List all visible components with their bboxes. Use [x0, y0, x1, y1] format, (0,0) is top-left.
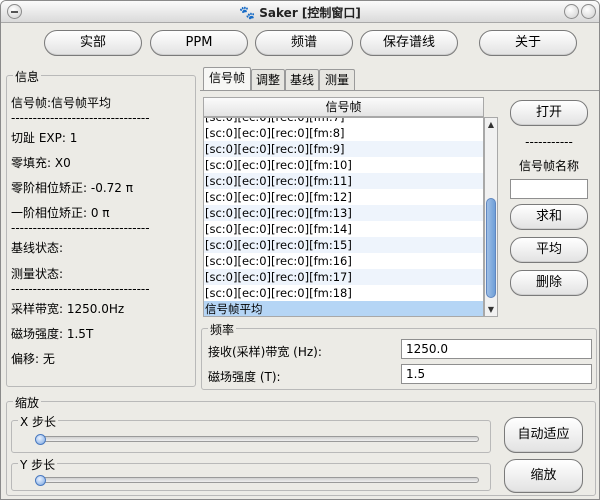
frequency-group-title: 频率 [208, 321, 237, 338]
delete-button[interactable]: 删除 [510, 270, 588, 296]
info-group-title: 信息 [13, 68, 42, 85]
window-title-text: Saker [控制窗口] [259, 6, 361, 20]
list-item[interactable]: [sc:0][ec:0][rec:0][fm:14] [204, 221, 483, 237]
info-sampling-bandwidth: 采样带宽: 1250.0Hz [11, 302, 125, 316]
x-step-slider-knob[interactable] [35, 434, 46, 445]
info-zero-order-phase: 零阶相位矫正: -0.72 π [11, 181, 133, 195]
info-first-order-phase: 一阶相位矫正: 0 π [11, 206, 110, 220]
ppm-button[interactable]: PPM [150, 30, 248, 56]
signal-frame-list[interactable]: [sc:0][ec:0][rec:0][fm:7] [sc:0][ec:0][r… [203, 117, 484, 317]
side-separator: ----------- [525, 135, 573, 149]
bandwidth-input[interactable]: 1250.0 [401, 339, 592, 359]
open-button[interactable]: 打开 [510, 100, 588, 126]
spectrum-button[interactable]: 频谱 [255, 30, 353, 56]
list-scrollbar[interactable]: ▲ ▼ [484, 117, 498, 317]
info-zero-fill: 零填充: X0 [11, 156, 71, 170]
scroll-down-arrow-icon[interactable]: ▼ [485, 303, 497, 316]
main-window: 🐾 Saker [控制窗口] 实部 PPM 频谱 保存谱线 关于 信息 信号帧:信… [0, 0, 600, 500]
list-item[interactable]: [sc:0][ec:0][rec:0][fm:12] [204, 189, 483, 205]
average-button[interactable]: 平均 [510, 237, 588, 263]
list-item-selected[interactable]: 信号帧平均 [204, 301, 483, 316]
tab-measure[interactable]: 测量 [319, 69, 355, 90]
info-field-strength: 磁场强度: 1.5T [11, 327, 94, 341]
frame-name-label: 信号帧名称 [518, 159, 579, 173]
real-part-button[interactable]: 实部 [44, 30, 142, 56]
info-divider: -------------------------------- [11, 221, 150, 235]
x-step-slider-track[interactable] [35, 436, 479, 442]
info-divider: -------------------------------- [11, 111, 150, 125]
sum-button[interactable]: 求和 [510, 204, 588, 230]
tab-adjust[interactable]: 调整 [251, 69, 285, 90]
zoom-button[interactable]: 缩放 [504, 459, 583, 493]
tab-baseline[interactable]: 基线 [285, 69, 319, 90]
list-item[interactable]: [sc:0][ec:0][rec:0][fm:9] [204, 141, 483, 157]
scroll-up-arrow-icon[interactable]: ▲ [485, 118, 497, 131]
scroll-thumb[interactable] [486, 198, 496, 298]
list-item[interactable]: [sc:0][ec:0][rec:0][fm:16] [204, 253, 483, 269]
info-measure-status: 测量状态: [11, 267, 64, 281]
auto-fit-button[interactable]: 自动适应 [504, 417, 583, 453]
info-divider: -------------------------------- [11, 282, 150, 296]
list-item[interactable]: [sc:0][ec:0][rec:0][fm:13] [204, 205, 483, 221]
paw-logo-icon: 🐾 [239, 6, 256, 21]
x-step-label: X 步长 [18, 413, 59, 430]
about-button[interactable]: 关于 [479, 30, 577, 56]
minimize-icon[interactable] [564, 4, 579, 19]
tab-content-border [200, 90, 599, 92]
y-step-label: Y 步长 [18, 456, 58, 473]
list-item[interactable]: [sc:0][ec:0][rec:0][fm:10] [204, 157, 483, 173]
bandwidth-label: 接收(采样)带宽 (Hz): [208, 345, 322, 359]
y-step-slider-knob[interactable] [35, 475, 46, 486]
info-apodization: 切趾 EXP: 1 [11, 131, 78, 145]
tab-signal-frame[interactable]: 信号帧 [203, 67, 251, 90]
window-title: 🐾 Saker [控制窗口] [1, 4, 599, 21]
field-strength-label: 磁场强度 (T): [208, 370, 281, 384]
field-strength-input[interactable]: 1.5 [401, 364, 592, 384]
close-icon[interactable] [581, 4, 596, 19]
save-spectrum-button[interactable]: 保存谱线 [360, 30, 458, 56]
zoom-group-title: 缩放 [13, 394, 42, 411]
frame-name-input[interactable] [510, 179, 588, 199]
info-signal-frame: 信号帧:信号帧平均 [11, 96, 112, 110]
info-offset: 偏移: 无 [11, 352, 55, 366]
list-item[interactable]: [sc:0][ec:0][rec:0][fm:11] [204, 173, 483, 189]
list-item[interactable]: [sc:0][ec:0][rec:0][fm:15] [204, 237, 483, 253]
list-header[interactable]: 信号帧 [203, 97, 484, 117]
list-item[interactable]: [sc:0][ec:0][rec:0][fm:18] [204, 285, 483, 301]
list-item[interactable]: [sc:0][ec:0][rec:0][fm:17] [204, 269, 483, 285]
list-item[interactable]: [sc:0][ec:0][rec:0][fm:7] [204, 118, 483, 125]
info-baseline-status: 基线状态: [11, 241, 64, 255]
y-step-slider-track[interactable] [35, 477, 479, 483]
title-bar: 🐾 Saker [控制窗口] [1, 1, 599, 23]
list-item[interactable]: [sc:0][ec:0][rec:0][fm:8] [204, 125, 483, 141]
